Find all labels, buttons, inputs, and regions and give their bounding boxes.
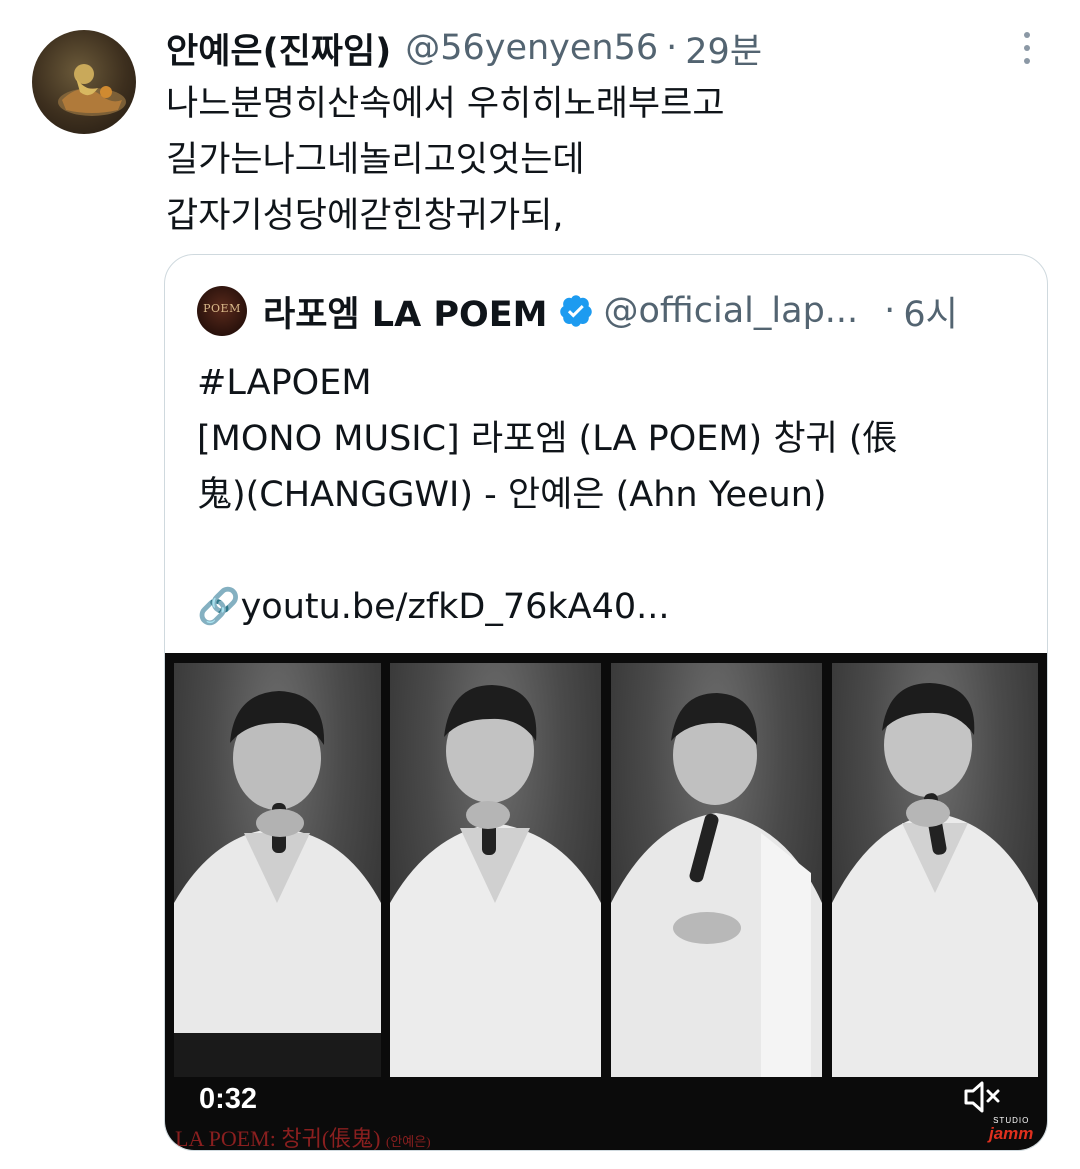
tweet-line: 길가는나그네놀리고잇엇는데 [166, 140, 585, 180]
quoted-text-line: [MONO MUSIC] 라포엠 (LA POEM) 창귀 (倀 [197, 419, 898, 459]
tweet-text: 나느분명히산속에서 우히히노래부르고 길가는나그네놀리고잇엇는데 갑자기성당에갇… [166, 76, 725, 244]
tweet-time[interactable]: 29분 [685, 23, 762, 74]
quoted-text-line: 鬼)(CHANGGWI) - 안예은 (Ahn Yeeun) [197, 475, 827, 515]
quoted-tweet-time[interactable]: 6시 [903, 286, 957, 337]
tweet-header: 안예은(진짜임) @56yenyen56 · 29분 [166, 22, 762, 74]
more-icon[interactable] [1010, 32, 1044, 68]
quoted-display-name[interactable]: 라포엠 LA POEM [263, 286, 548, 337]
quoted-tweet-card[interactable]: POEM 라포엠 LA POEM @official_lap... · 6시 #… [164, 254, 1048, 1151]
video-player[interactable]: 0:32 LA POEM: 창귀(倀鬼) (안예은) STUDIO jamm [165, 653, 1047, 1150]
user-handle[interactable]: @56yenyen56 [405, 28, 658, 68]
tweet-line: 갑자기성당에갇힌창귀가되, [166, 196, 564, 236]
quoted-tweet-text: #LAPOEM [MONO MUSIC] 라포엠 (LA POEM) 창귀 (倀… [197, 355, 1027, 635]
hashtag-link[interactable]: #LAPOEM [197, 355, 1027, 411]
tweet-line: 나느분명히산속에서 우히히노래부르고 [166, 84, 725, 124]
video-frame-singer-4 [832, 663, 1038, 1077]
separator-dot: · [666, 28, 678, 68]
video-duration: 0:32 [199, 1083, 258, 1115]
video-frame-singer-2 [390, 663, 601, 1077]
video-frame-singer-3 [611, 663, 822, 1077]
youtube-link[interactable]: 🔗youtu.be/zfkD_76kA40... [197, 579, 1027, 635]
video-caption-main: LA POEM: 창귀(倀鬼) [175, 1126, 381, 1150]
mute-icon[interactable] [962, 1079, 1002, 1115]
video-title-watermark: LA POEM: 창귀(倀鬼) (안예은) [175, 1121, 431, 1150]
video-caption-small: (안예은) [385, 1134, 431, 1149]
separator-dot: · [884, 291, 896, 331]
video-frame-singer-1 [174, 663, 381, 1077]
quoted-user-handle[interactable]: @official_lap... [604, 291, 859, 331]
quoted-user-avatar[interactable]: POEM [197, 286, 247, 336]
quoted-tweet-header: POEM 라포엠 LA POEM @official_lap... · 6시 [197, 283, 1027, 339]
studio-logo: STUDIO jamm [989, 1117, 1034, 1143]
studio-logo-name: jamm [989, 1124, 1034, 1143]
display-name[interactable]: 안예은(진짜임) [166, 23, 391, 74]
verified-badge-icon [559, 295, 592, 327]
user-avatar[interactable] [32, 30, 136, 134]
avatar-logo-text: POEM [203, 302, 241, 315]
